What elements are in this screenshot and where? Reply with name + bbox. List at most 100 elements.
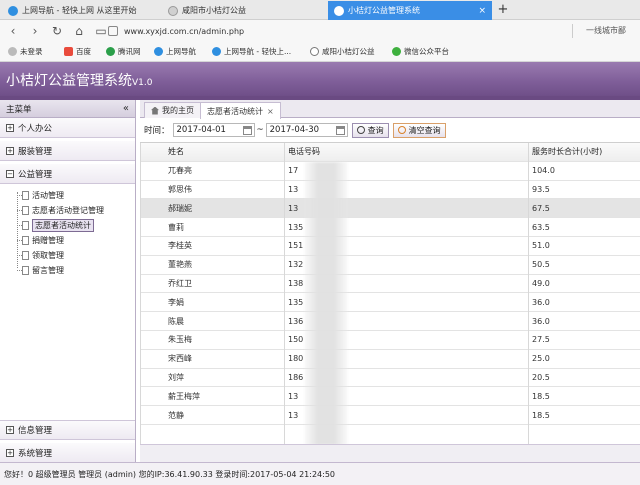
cell-name: 董艳燕 [168, 260, 192, 270]
close-tab-icon[interactable]: × [472, 6, 486, 16]
date-to-value: 2017-04-30 [269, 125, 320, 135]
bookmark-nav[interactable]: 上网导航 [154, 46, 196, 57]
table-row[interactable]: 郭思伟 13 93.5 [140, 181, 640, 200]
redaction-blur [304, 162, 348, 444]
app-title: 小桔灯公益管理系统V1.0 [6, 70, 152, 90]
cell-phone: 138 [288, 278, 304, 288]
browser-tab-1[interactable]: 上网导航 - 轻快上网 从这里开始 [2, 1, 160, 20]
column-header-phone[interactable]: 电话号码 [288, 146, 320, 157]
table-row[interactable]: 李娟 135 36.0 [140, 293, 640, 313]
charity-submenu: 活动管理 志愿者活动登记管理 志愿者活动统计 捐赠管理 领取管理 留言管理 [0, 184, 135, 282]
bookmark-nav-2[interactable]: 上网导航 - 轻快上... [212, 46, 291, 57]
section-label: 公益管理 [18, 169, 53, 180]
cell-hours: 51.0 [532, 241, 550, 251]
tab-label: 志愿者活动统计 [207, 106, 263, 116]
bookmark-wechat[interactable]: 微信公众平台 [392, 46, 449, 57]
table-row[interactable]: 曹莉 135 63.5 [140, 218, 640, 237]
search-button[interactable]: 查询 [351, 122, 389, 138]
tab-home[interactable]: 我的主页 [144, 102, 201, 118]
home-icon[interactable]: ⌂ [70, 22, 88, 40]
bookmark-xjd[interactable]: 咸阳小桔灯公益 [310, 46, 375, 57]
browser-tab-3[interactable]: 小桔灯公益管理系统 × [328, 1, 492, 20]
bookmark-label: 微信公众平台 [404, 47, 449, 56]
section-label: 信息管理 [18, 426, 53, 436]
table-row[interactable]: 宋西峰 180 25.0 [140, 350, 640, 369]
sidebar-item-donation[interactable]: 捐赠管理 [14, 233, 135, 248]
date-from-input[interactable]: 2017-04-01 [172, 123, 255, 137]
bookmark-qq[interactable]: 腾讯网 [106, 46, 141, 57]
user-icon [8, 47, 17, 56]
sidebar-item-label: 活动管理 [32, 191, 64, 200]
table-row[interactable]: 李桂英 151 51.0 [140, 237, 640, 256]
collapse-icon[interactable]: « [123, 103, 129, 114]
cell-name: 郭思伟 [168, 184, 192, 194]
forward-arrow-icon[interactable]: › [26, 22, 44, 40]
table-row[interactable]: 薪王梅萍 13 18.5 [140, 387, 640, 407]
browser-tab-bar: 上网导航 - 轻快上网 从这里开始 咸阳市小桔灯公益 小桔灯公益管理系统 × + [0, 0, 640, 20]
table-row[interactable]: 范静 13 18.5 [140, 406, 640, 425]
sidebar-item-receive[interactable]: 领取管理 [14, 248, 135, 263]
new-tab-button[interactable]: + [494, 1, 512, 19]
sidebar-section-office[interactable]: + 个人办公 [0, 118, 135, 138]
clear-search-button[interactable]: 清空查询 [392, 122, 446, 138]
browser-tab-label: 小桔灯公益管理系统 [348, 6, 420, 15]
column-header-hours[interactable]: 服务时长合计(小时) [532, 146, 602, 157]
bookmark-baidu[interactable]: 百度 [64, 46, 91, 57]
cell-hours: 36.0 [532, 297, 550, 307]
bookmark-label: 咸阳小桔灯公益 [322, 47, 375, 56]
table-row[interactable]: 郝瑞妮 13 67.5 [140, 199, 640, 219]
refresh-icon[interactable]: ↻ [48, 22, 66, 40]
table-row[interactable]: 刘萍 186 20.5 [140, 369, 640, 388]
calendar-icon[interactable] [335, 125, 345, 135]
table-row[interactable]: 乔红卫 138 49.0 [140, 275, 640, 294]
sidebar-item-messages[interactable]: 留言管理 [14, 263, 135, 278]
sidebar-item-label: 留言管理 [32, 266, 64, 275]
globe-icon [154, 47, 163, 56]
home-icon [151, 106, 159, 115]
sidebar-section-clothing[interactable]: + 服装管理 [0, 141, 135, 161]
bookmark-label: 腾讯网 [118, 47, 141, 56]
cell-name: 李桂英 [168, 241, 192, 251]
table-row[interactable]: 兀春亮 17 104.0 [140, 162, 640, 181]
browser-tab-2[interactable]: 咸阳市小桔灯公益 [162, 1, 326, 20]
cell-name: 薪王梅萍 [168, 391, 200, 401]
table-row[interactable]: 陈晨 136 36.0 [140, 312, 640, 331]
calendar-icon[interactable] [242, 125, 252, 135]
bookmark-login[interactable]: 未登录 [8, 46, 43, 57]
horizontal-scrollbar[interactable] [140, 444, 640, 462]
sidebar-section-info[interactable]: + 信息管理 [0, 420, 135, 440]
cell-phone: 136 [288, 316, 304, 326]
cell-phone: 151 [288, 241, 304, 251]
status-bar: 您好！0 超级管理员 管理员 (admin) 您的IP:36.41.90.33 … [0, 462, 640, 485]
sidebar-item-volunteer-register[interactable]: 志愿者活动登记管理 [14, 203, 135, 218]
sidebar-item-volunteer-stats[interactable]: 志愿者活动统计 [14, 218, 135, 233]
data-grid: 姓名 电话号码 服务时长合计(小时) 兀春亮 17 104.0 郭思伟 13 93.5 郝瑞… [140, 142, 640, 444]
table-row[interactable]: 朱玉梅 150 27.5 [140, 331, 640, 350]
back-arrow-icon[interactable]: ‹ [4, 22, 22, 40]
table-row[interactable]: 董艳燕 132 50.5 [140, 256, 640, 275]
sidebar-item-label: 志愿者活动统计 [32, 219, 94, 232]
sidebar-item-activity[interactable]: 活动管理 [14, 188, 135, 203]
sidebar-item-label: 志愿者活动登记管理 [32, 206, 104, 215]
cell-name: 兀春亮 [168, 166, 192, 176]
cell-name: 范静 [168, 410, 184, 420]
sidebar-section-system[interactable]: + 系统管理 [0, 443, 135, 463]
search-box[interactable]: 一线城市鄙 [586, 25, 626, 36]
tab-volunteer-stats[interactable]: 志愿者活动统计 × [200, 102, 281, 119]
sidebar-section-charity[interactable]: − 公益管理 [0, 164, 135, 184]
document-icon [22, 221, 29, 230]
address-bar[interactable]: www.xyxjd.com.cn/admin.php [108, 23, 558, 39]
cell-phone: 135 [288, 297, 304, 307]
close-icon[interactable]: × [267, 107, 274, 116]
document-icon [22, 251, 29, 260]
date-to-input[interactable]: 2017-04-30 [265, 123, 348, 137]
cell-name: 曹莉 [168, 222, 184, 232]
browser-tab-label: 上网导航 - 轻快上网 从这里开始 [22, 6, 137, 15]
cell-hours: 49.0 [532, 278, 550, 288]
document-icon [22, 191, 29, 200]
cell-hours: 27.5 [532, 335, 550, 345]
column-header-name[interactable]: 姓名 [168, 146, 184, 157]
cell-hours: 63.5 [532, 222, 550, 232]
cell-phone: 13 [288, 203, 299, 213]
sidebar-item-label: 领取管理 [32, 251, 64, 260]
